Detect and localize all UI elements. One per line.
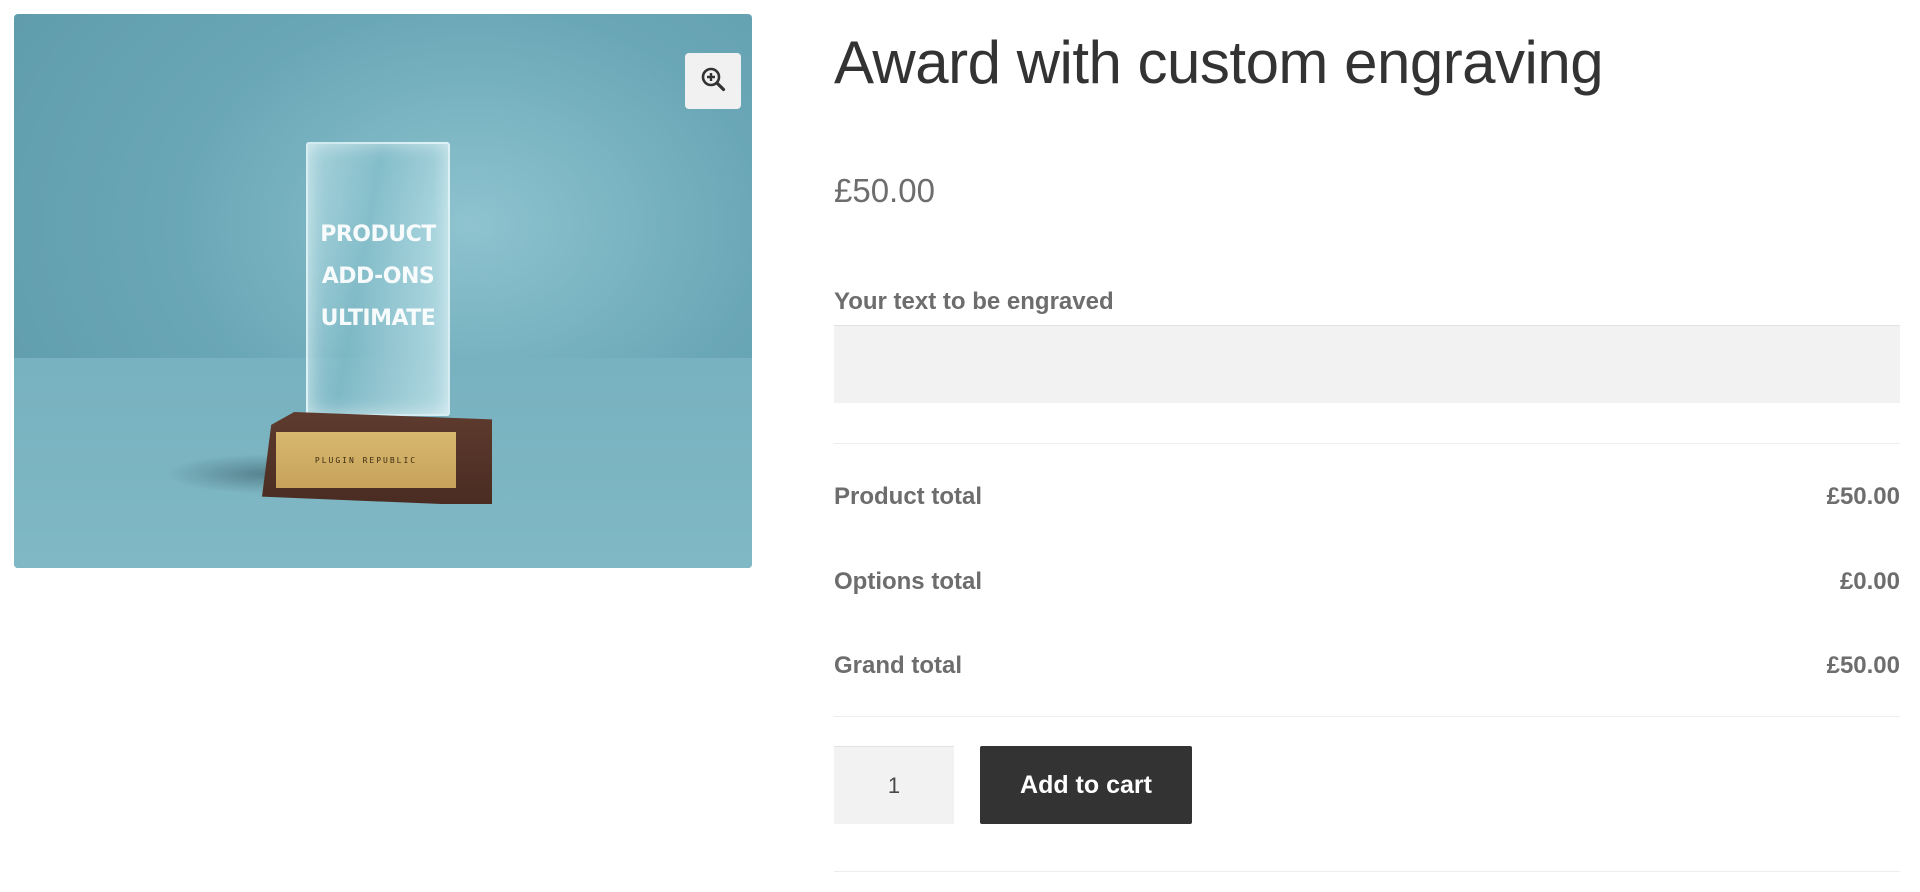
trophy-text-line-1: PRODUCT xyxy=(320,222,436,247)
totals-label: Options total xyxy=(834,568,982,595)
product-page: PRODUCT ADD-ONS ULTIMATE PLUGIN REPUBLIC… xyxy=(0,0,1920,892)
product-price: £50.00 xyxy=(834,172,935,209)
product-title: Award with custom engraving xyxy=(834,29,1604,96)
trophy-glass: PRODUCT ADD-ONS ULTIMATE xyxy=(306,142,450,416)
divider xyxy=(834,716,1900,717)
totals-row-product: Product total £50.00 xyxy=(834,480,1900,514)
totals-row-grand: Grand total £50.00 xyxy=(834,649,1900,683)
trophy-engraving: PRODUCT ADD-ONS ULTIMATE xyxy=(308,214,448,340)
totals-value: £50.00 xyxy=(1826,652,1900,679)
divider xyxy=(834,443,1900,444)
totals-row-options: Options total £0.00 xyxy=(834,565,1900,599)
totals-value: £0.00 xyxy=(1839,568,1900,595)
product-image[interactable]: PRODUCT ADD-ONS ULTIMATE PLUGIN REPUBLIC xyxy=(14,14,752,568)
trophy-text-line-3: ULTIMATE xyxy=(320,306,436,331)
divider xyxy=(834,871,1900,872)
quantity-input[interactable] xyxy=(834,746,954,824)
engraving-field-label: Your text to be engraved xyxy=(834,288,1114,315)
zoom-in-icon xyxy=(700,66,726,97)
trophy-text-line-2: ADD-ONS xyxy=(321,264,435,289)
zoom-button[interactable] xyxy=(685,53,741,109)
add-to-cart-button[interactable]: Add to cart xyxy=(980,746,1192,824)
engraving-text-input[interactable] xyxy=(834,325,1900,403)
trophy-plaque: PLUGIN REPUBLIC xyxy=(276,432,456,488)
totals-label: Product total xyxy=(834,483,982,510)
totals-label: Grand total xyxy=(834,652,963,679)
totals-value: £50.00 xyxy=(1826,483,1900,510)
